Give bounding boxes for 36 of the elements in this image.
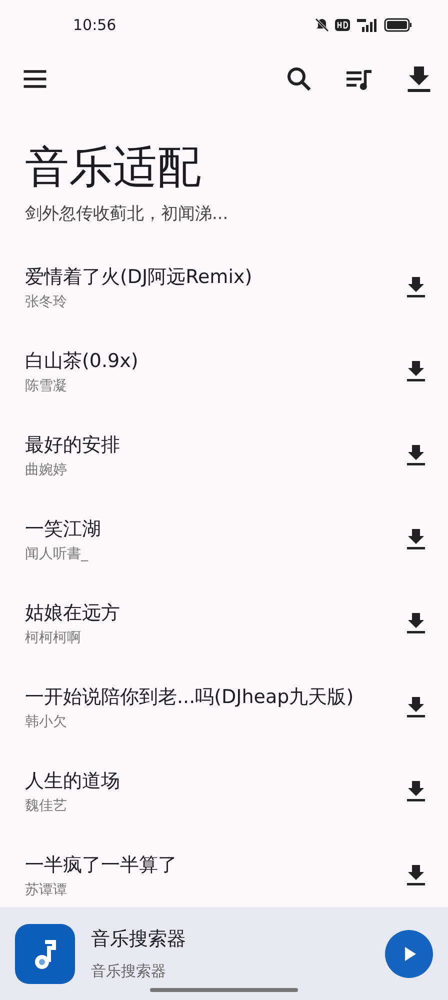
battery-icon [384, 18, 412, 32]
page-subtitle: 剑外忽传收蓟北，初闻涕... [25, 203, 230, 225]
song-title[interactable]: 姑娘在远方 [25, 600, 120, 626]
song-title[interactable]: 一笑江湖 [25, 516, 101, 542]
song-artist: 陈雪凝 [25, 376, 67, 394]
bell-muted-icon [315, 18, 329, 32]
download-icon[interactable] [404, 443, 428, 467]
song-title[interactable]: 爱情着了火(DJ阿远Remix) [25, 264, 252, 290]
song-artist: 闻人听書_ [25, 544, 88, 562]
download-icon[interactable] [404, 779, 428, 803]
song-artist: 柯柯柯啊 [25, 628, 81, 646]
song-artist: 曲婉婷 [25, 460, 67, 478]
song-artist: 苏谭谭 [25, 880, 67, 898]
hd-icon [335, 19, 350, 31]
song-title[interactable]: 一开始说陪你到老...吗(DJheap九天版) [25, 684, 354, 710]
page-title: 音乐适配 [25, 141, 202, 195]
mini-player[interactable]: 音乐搜索器 音乐搜索器 [0, 907, 448, 1000]
player-title: 音乐搜索器 [91, 927, 186, 952]
song-title[interactable]: 一半疯了一半算了 [25, 852, 177, 878]
download-icon[interactable] [404, 863, 428, 887]
download-icon[interactable] [404, 527, 428, 551]
status-time: 10:56 [73, 16, 118, 34]
player-subtitle: 音乐搜索器 [91, 962, 166, 981]
song-artist: 张冬玲 [25, 292, 67, 310]
song-title[interactable]: 白山茶(0.9x) [25, 348, 138, 374]
download-icon[interactable] [404, 611, 428, 635]
song-title[interactable]: 最好的安排 [25, 432, 120, 458]
song-artist: 魏佳艺 [25, 796, 67, 814]
download-icon[interactable] [404, 275, 428, 299]
download-icon[interactable] [404, 359, 428, 383]
song-artist: 韩小欠 [25, 712, 67, 730]
download-icon[interactable] [404, 695, 428, 719]
song-title[interactable]: 人生的道场 [25, 768, 120, 794]
play-button[interactable] [385, 930, 433, 978]
music-note-icon [15, 924, 75, 984]
signal-icon [356, 18, 378, 32]
